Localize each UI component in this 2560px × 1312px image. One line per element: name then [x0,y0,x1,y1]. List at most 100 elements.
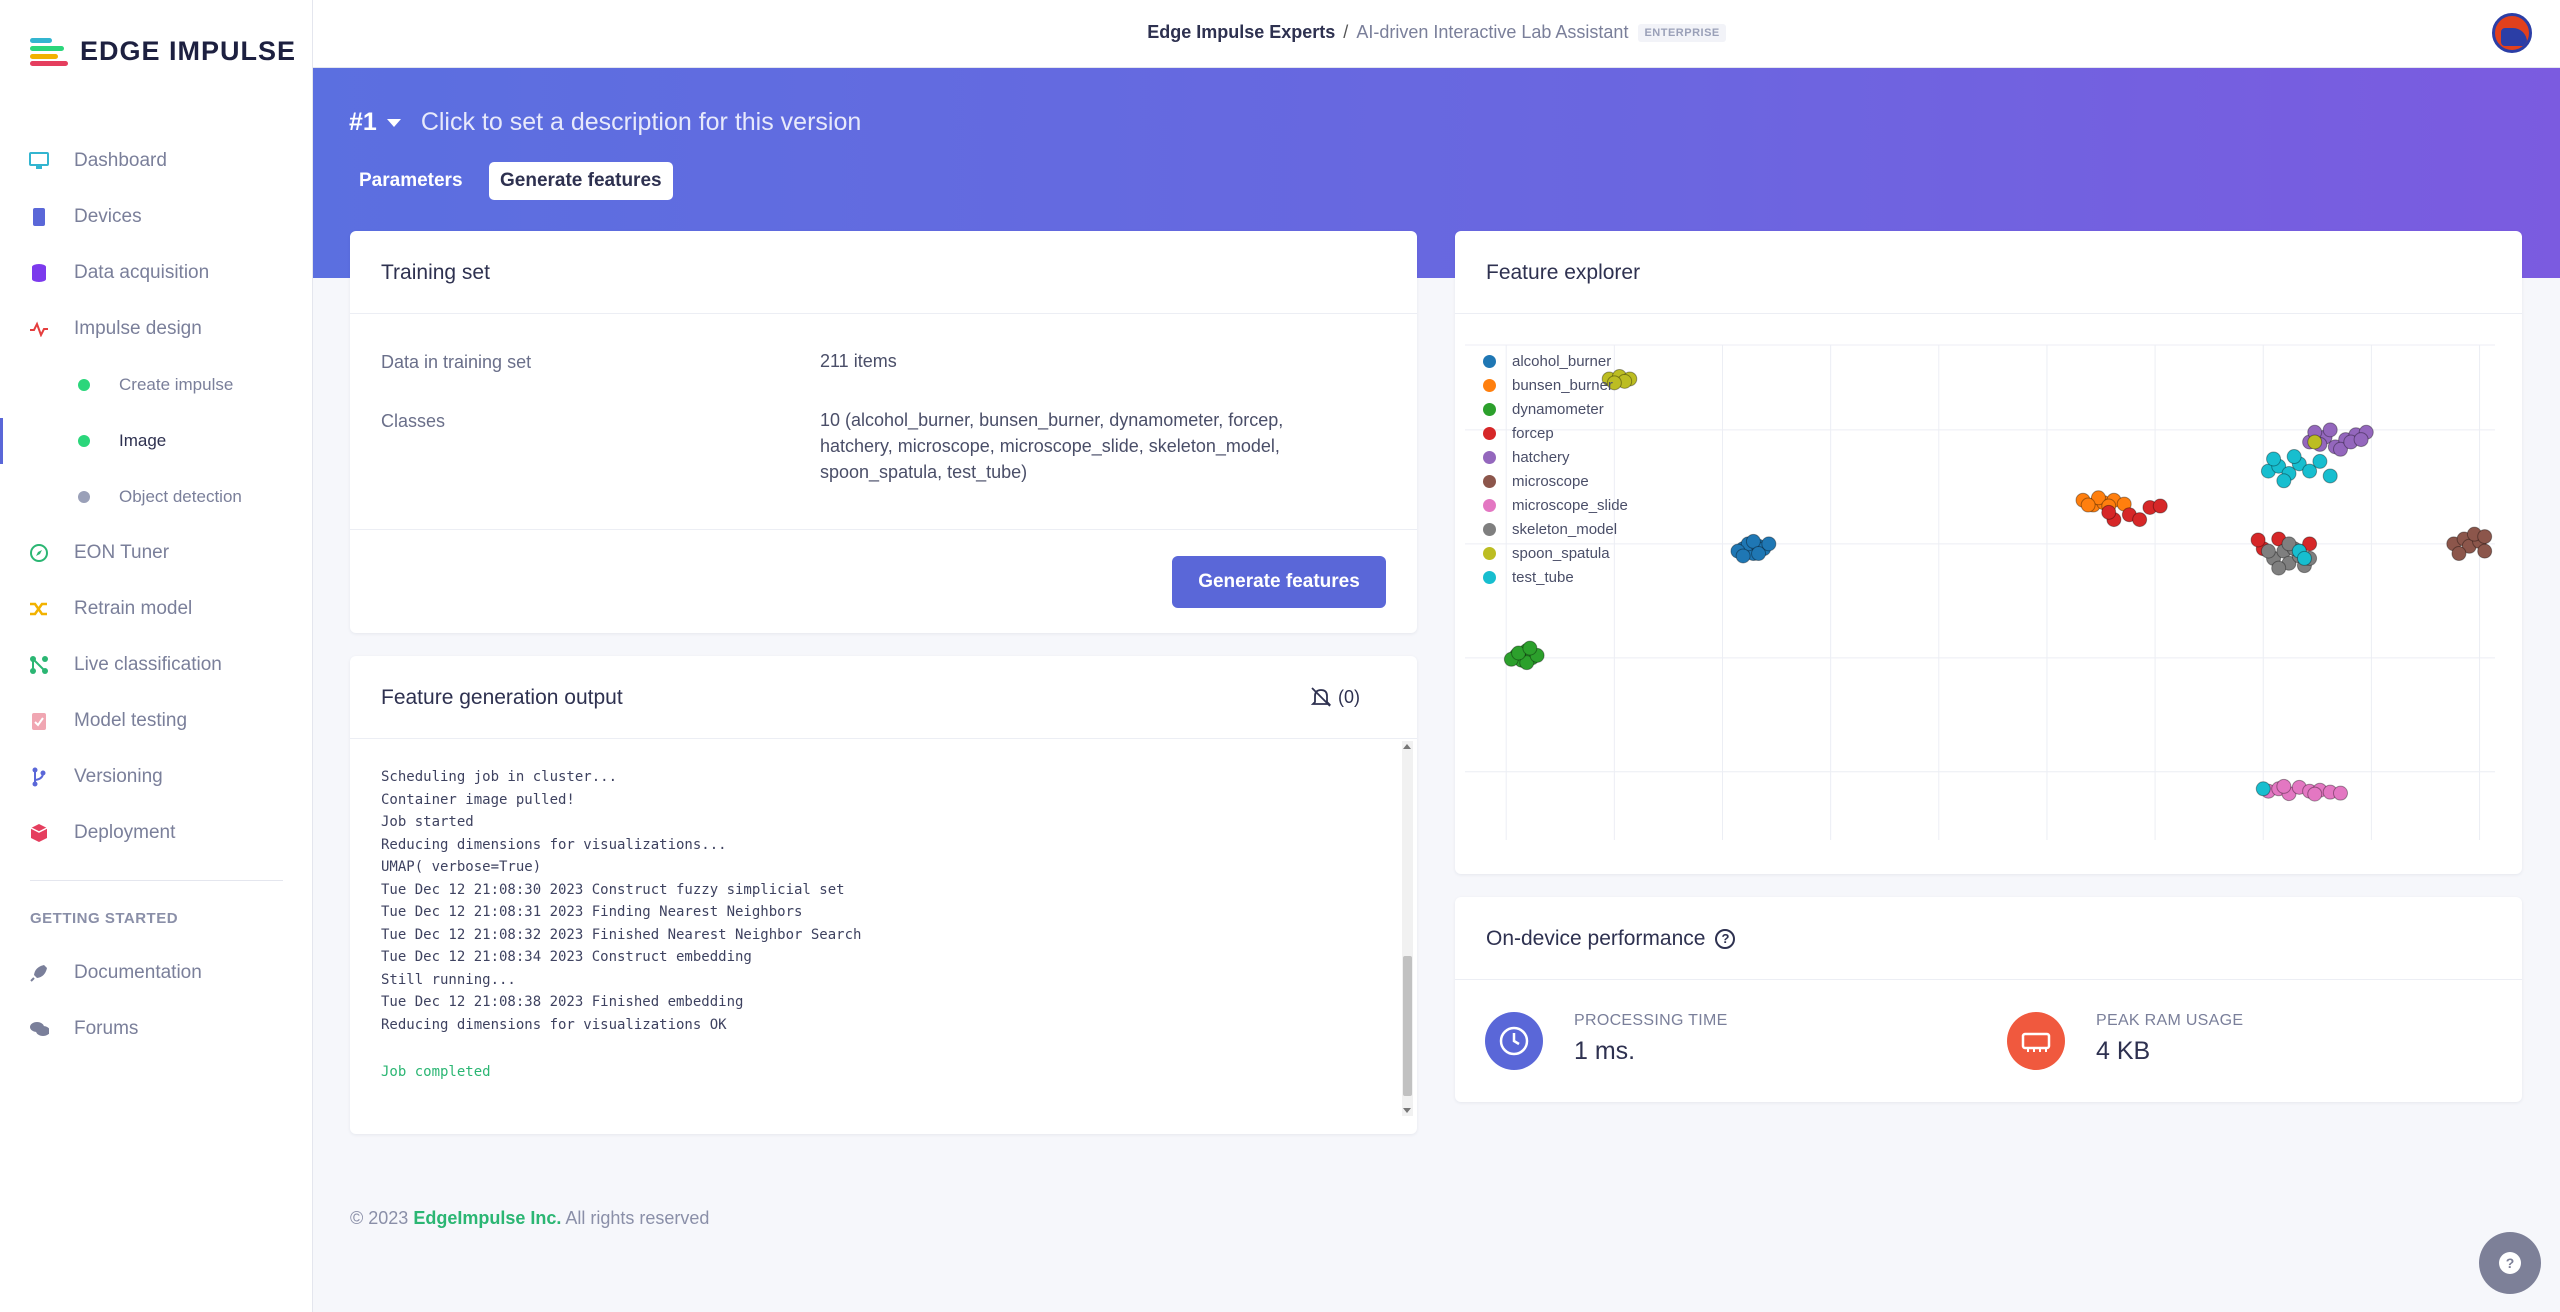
edge-impulse-logo[interactable]: EDGE IMPULSE [30,36,296,66]
data-point-forcep[interactable] [2250,532,2266,548]
tab-parameters[interactable]: Parameters [348,162,474,200]
data-point-test_tube[interactable] [2266,451,2282,467]
legend-item[interactable]: test_tube [1483,565,1628,589]
data-point-test_tube[interactable] [2255,781,2271,797]
legend-item[interactable]: microscope [1483,469,1628,493]
data-point-skeleton_model[interactable] [2271,560,2287,576]
sidebar-item-live-classification[interactable]: Live classification [0,642,313,688]
sidebar-item-eon-tuner[interactable]: EON Tuner [0,530,313,576]
data-point-dynamometer[interactable] [1522,640,1538,656]
rights-text: All rights reserved [565,1208,710,1228]
sidebar-item-label: Versioning [74,766,163,787]
legend-item[interactable]: hatchery [1483,445,1628,469]
copyright-text: © 2023 [350,1208,409,1228]
logo-text: EDGE IMPULSE [80,35,297,66]
legend-swatch [1483,498,1496,512]
version-description[interactable]: Click to set a description for this vers… [421,108,861,137]
legend-item[interactable]: spoon_spatula [1483,541,1628,565]
version-selector[interactable]: #1 Click to set a description for this v… [349,108,861,137]
sidebar-item-dashboard[interactable]: Dashboard [0,138,313,184]
generate-features-button[interactable]: Generate features [1172,556,1386,608]
scroll-up-icon[interactable] [1403,744,1411,749]
tab-generate-features[interactable]: Generate features [489,162,673,200]
sidebar-item-label: Create impulse [119,375,234,394]
log-line: Reducing dimensions for visualizations O… [381,1016,727,1033]
sidebar-item-versioning[interactable]: Versioning [0,754,313,800]
data-point-spoon_spatula[interactable] [2307,434,2323,450]
data-point-microscope_slide[interactable] [2276,778,2292,794]
sidebar-item-create-impulse[interactable]: Create impulse [0,362,313,408]
legend-label: dynamometer [1512,400,1604,418]
log-line: Reducing dimensions for visualizations..… [381,836,727,853]
processing-time-value: 1 ms. [1574,1037,1636,1065]
log-line: Tue Dec 12 21:08:30 2023 Construct fuzzy… [381,881,845,898]
breadcrumb-org[interactable]: Edge Impulse Experts [1147,22,1335,42]
data-point-test_tube[interactable] [2276,473,2292,489]
sidebar-item-label: Devices [74,206,142,227]
sidebar-item-label: Documentation [74,962,202,983]
sidebar-item-image[interactable]: Image [0,418,313,464]
legend-label: bunsen_burner [1512,376,1613,394]
help-icon[interactable]: ? [1715,929,1736,949]
footer: © 2023 EdgeImpulse Inc. All rights reser… [350,1208,709,1229]
sidebar-item-data-acquisition[interactable]: Data acquisition [0,250,313,296]
data-point-hatchery[interactable] [2322,422,2338,438]
legend-item[interactable]: forcep [1483,421,1628,445]
legend-item[interactable]: bunsen_burner [1483,373,1628,397]
sidebar-item-impulse-design[interactable]: Impulse design [0,306,313,352]
data-point-bunsen_burner[interactable] [2080,497,2096,513]
status-dot-icon [78,435,90,447]
sidebar-item-object-detection[interactable]: Object detection [0,474,313,520]
enterprise-badge: ENTERPRISE [1638,24,1726,42]
legend-swatch [1483,522,1496,536]
data-point-test_tube[interactable] [2296,550,2312,566]
data-point-forcep[interactable] [2152,498,2168,514]
breadcrumb: Edge Impulse Experts / AI-driven Interacti… [313,22,2560,43]
log-scrollbar-thumb[interactable] [1403,956,1412,1096]
legend-item[interactable]: alcohol_burner [1483,349,1628,373]
notification-toggle[interactable]: (0) [1310,686,1360,708]
sidebar-divider [30,880,283,881]
log-line: Tue Dec 12 21:08:34 2023 Construct embed… [381,949,752,965]
sidebar-item-model-testing[interactable]: Model testing [0,698,313,744]
legend-item[interactable]: skeleton_model [1483,517,1628,541]
sidebar-item-retrain-model[interactable]: Retrain model [0,586,313,632]
compass-icon [29,543,49,563]
sidebar-item-deployment[interactable]: Deployment [0,810,313,856]
data-point-microscope[interactable] [2477,529,2493,545]
data-point-skeleton_model[interactable] [2260,543,2276,559]
job-completed-text: Job completed [381,1064,491,1080]
data-point-microscope_slide[interactable] [2307,786,2323,802]
help-button[interactable]: ? [2479,1232,2541,1294]
performance-title: On-device performance [1486,927,1706,950]
company-link[interactable]: EdgeImpulse Inc. [413,1208,561,1228]
log-line: Container image pulled! [381,791,575,808]
data-point-microscope[interactable] [2477,543,2493,559]
sidebar-item-documentation[interactable]: Documentation [0,950,313,996]
data-point-test_tube[interactable] [2286,449,2302,465]
data-point-alcohol_burner[interactable] [1761,536,1777,552]
data-point-forcep[interactable] [2132,512,2148,528]
legend-label: hatchery [1512,448,1570,466]
classes-value: 10 (alcohol_burner, bunsen_burner, dynam… [820,410,1284,482]
data-point-test_tube[interactable] [2322,468,2338,484]
data-point-test_tube[interactable] [2312,453,2328,469]
legend-item[interactable]: microscope_slide [1483,493,1628,517]
data-point-forcep[interactable] [2101,504,2117,520]
data-point-microscope[interactable] [2451,546,2467,562]
data-point-hatchery[interactable] [2353,432,2369,448]
legend-label: test_tube [1512,568,1574,586]
breadcrumb-project[interactable]: AI-driven Interactive Lab Assistant [1356,22,1628,42]
card-divider [1455,979,2522,980]
sidebar-item-forums[interactable]: Forums [0,1006,313,1052]
legend-label: skeleton_model [1512,520,1618,538]
sidebar-item-devices[interactable]: Devices [0,194,313,240]
data-point-microscope_slide[interactable] [2333,785,2348,801]
scroll-down-icon[interactable] [1403,1108,1411,1113]
legend-item[interactable]: dynamometer [1483,397,1628,421]
user-avatar[interactable] [2492,13,2532,53]
logo-icon [30,36,70,66]
data-point-alcohol_burner[interactable] [1735,548,1751,564]
log-line: Tue Dec 12 21:08:32 2023 Finished Neares… [381,926,862,943]
chip-icon [29,207,49,227]
